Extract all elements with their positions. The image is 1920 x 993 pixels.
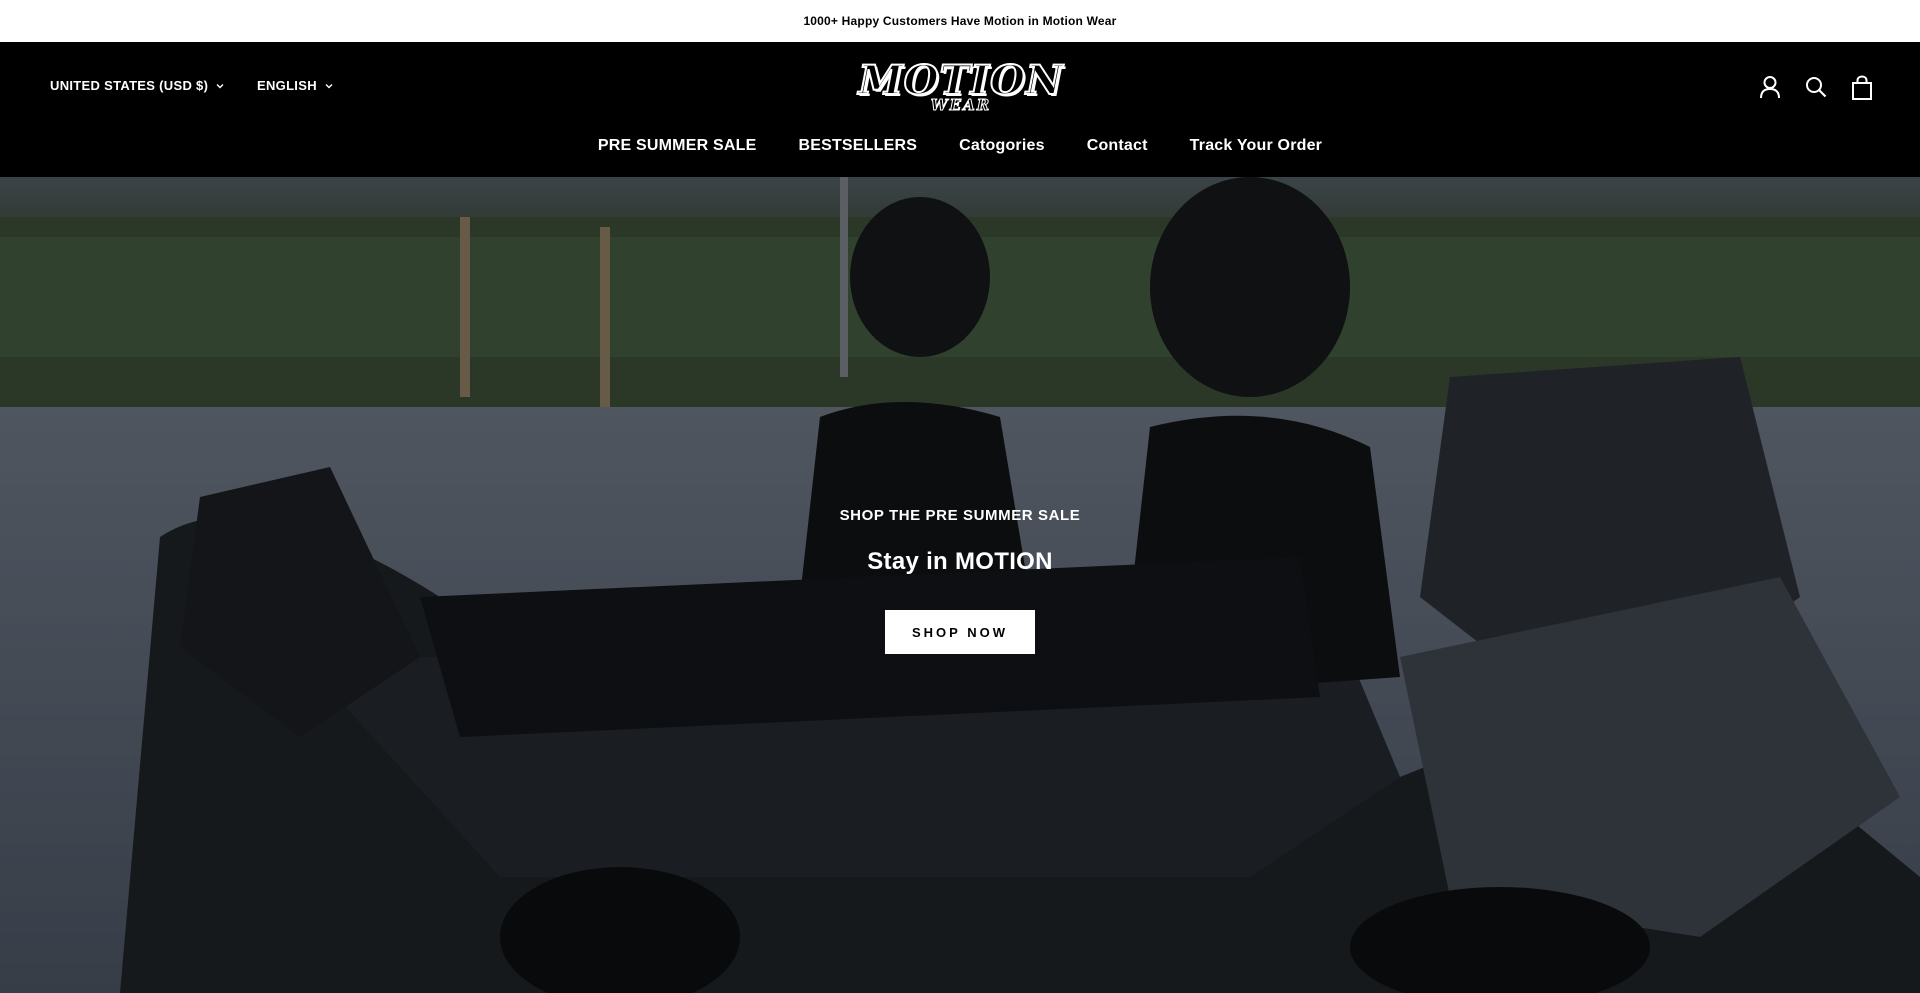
logo-subtitle: WEAR bbox=[930, 96, 992, 114]
site-header: UNITED STATES (USD $) ENGLISH MOTION WEA… bbox=[0, 42, 1920, 177]
hero-title: Stay in MOTION bbox=[867, 548, 1053, 575]
nav-item-pre-summer-sale[interactable]: PRE SUMMER SALE bbox=[598, 137, 757, 155]
language-selector-label: ENGLISH bbox=[257, 78, 317, 93]
nav-item-bestsellers[interactable]: BESTSELLERS bbox=[798, 137, 917, 155]
logo-wordmark: MOTION bbox=[857, 57, 1064, 104]
country-selector-label: UNITED STATES (USD $) bbox=[50, 78, 209, 93]
shop-now-button[interactable]: SHOP NOW bbox=[885, 610, 1035, 654]
hero-kicker: SHOP THE PRE SUMMER SALE bbox=[839, 507, 1081, 524]
account-icon[interactable] bbox=[1758, 74, 1782, 100]
cart-icon[interactable] bbox=[1850, 74, 1874, 100]
header-icons bbox=[1758, 74, 1874, 100]
language-selector[interactable]: ENGLISH bbox=[257, 78, 335, 93]
country-selector[interactable]: UNITED STATES (USD $) bbox=[50, 78, 226, 93]
hero-banner: SHOP THE PRE SUMMER SALE Stay in MOTION … bbox=[0, 177, 1920, 993]
search-icon[interactable] bbox=[1804, 74, 1828, 100]
chevron-down-icon bbox=[216, 83, 224, 88]
nav-item-catogories[interactable]: Catogories bbox=[959, 137, 1045, 155]
site-logo[interactable]: MOTION WEAR bbox=[857, 60, 1063, 116]
nav-item-contact[interactable]: Contact bbox=[1087, 137, 1148, 155]
nav-item-track-order[interactable]: Track Your Order bbox=[1190, 137, 1322, 155]
announcement-bar: 1000+ Happy Customers Have Motion in Mot… bbox=[0, 0, 1920, 42]
announcement-text: 1000+ Happy Customers Have Motion in Mot… bbox=[803, 14, 1117, 28]
hero-content: SHOP THE PRE SUMMER SALE Stay in MOTION … bbox=[0, 507, 1920, 654]
main-nav: PRE SUMMER SALE BESTSELLERS Catogories C… bbox=[0, 137, 1920, 155]
chevron-down-icon bbox=[325, 83, 333, 88]
